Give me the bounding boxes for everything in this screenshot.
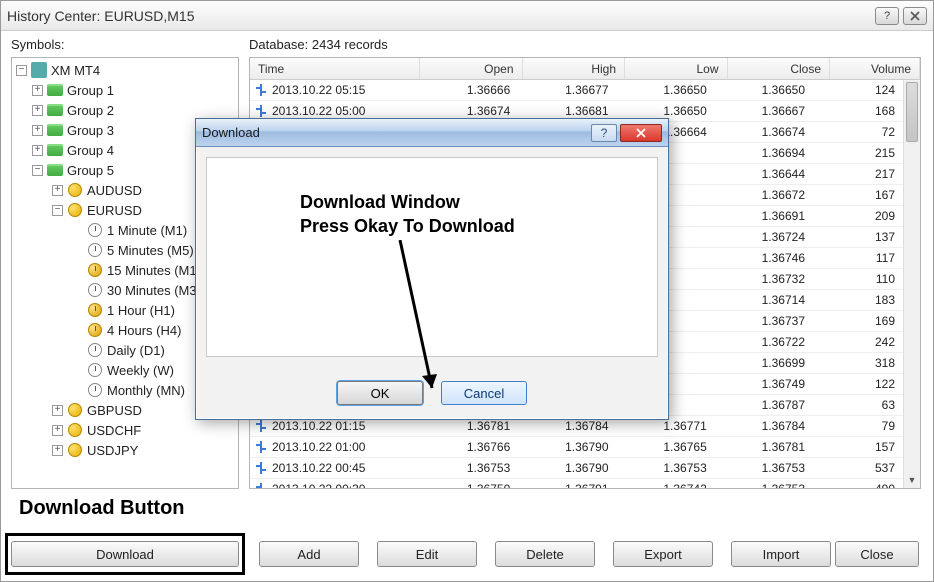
expand-icon[interactable]: + — [52, 185, 63, 196]
symbol-icon — [68, 443, 82, 457]
dialog-titlebar[interactable]: Download ? — [196, 119, 668, 147]
clock-icon — [88, 283, 102, 297]
dialog-help-button[interactable]: ? — [591, 124, 617, 142]
database-label: Database: 2434 records — [249, 37, 388, 52]
clock-icon — [88, 223, 102, 237]
clock-icon — [88, 363, 102, 377]
symbol-icon — [68, 203, 82, 217]
clock-icon — [88, 323, 102, 337]
close-window-button[interactable] — [903, 7, 927, 25]
table-header: Time Open High Low Close Volume — [250, 58, 920, 80]
col-time[interactable]: Time — [250, 58, 420, 79]
table-row[interactable]: 2013.10.22 00:451.367531.367901.367531.3… — [250, 458, 903, 479]
expand-icon[interactable]: + — [52, 445, 63, 456]
dialog-title: Download — [202, 125, 260, 140]
tree-group[interactable]: +Group 2 — [12, 100, 238, 120]
edit-button[interactable]: Edit — [377, 541, 477, 567]
table-row[interactable]: 2013.10.22 00:301.367501.367911.367421.3… — [250, 479, 903, 488]
clock-icon — [88, 243, 102, 257]
expand-icon[interactable]: + — [32, 145, 43, 156]
help-button[interactable]: ? — [875, 7, 899, 25]
cancel-button[interactable]: Cancel — [441, 381, 527, 405]
tree-root[interactable]: − XM MT4 — [12, 60, 238, 80]
delete-button[interactable]: Delete — [495, 541, 595, 567]
scroll-down-icon[interactable]: ▼ — [904, 471, 920, 488]
table-row[interactable]: 2013.10.22 05:151.366661.366771.366501.3… — [250, 80, 903, 101]
col-low[interactable]: Low — [625, 58, 728, 79]
col-open[interactable]: Open — [420, 58, 523, 79]
dialog-close-button[interactable] — [620, 124, 662, 142]
folder-icon — [47, 84, 63, 96]
expand-icon[interactable]: + — [32, 125, 43, 136]
annotation-press-okay: Download Window Press Okay To Download — [300, 190, 515, 239]
col-high[interactable]: High — [523, 58, 626, 79]
expand-icon[interactable]: + — [32, 105, 43, 116]
server-icon — [31, 62, 47, 78]
download-button[interactable]: Download — [11, 541, 239, 567]
expand-icon[interactable]: + — [52, 405, 63, 416]
clock-icon — [88, 383, 102, 397]
annotation-download-button: Download Button — [19, 497, 185, 520]
table-row[interactable]: 2013.10.22 01:001.367661.367901.367651.3… — [250, 437, 903, 458]
expand-icon[interactable]: − — [52, 205, 63, 216]
symbol-icon — [68, 403, 82, 417]
folder-icon — [47, 124, 63, 136]
tree-symbol[interactable]: +USDCHF — [12, 420, 238, 440]
clock-icon — [88, 303, 102, 317]
export-button[interactable]: Export — [613, 541, 713, 567]
folder-icon — [47, 164, 63, 176]
expand-icon[interactable]: − — [32, 165, 43, 176]
candle-icon — [256, 420, 266, 432]
window-title: History Center: EURUSD,M15 — [7, 8, 195, 24]
vertical-scrollbar[interactable]: ▲ ▼ — [903, 80, 920, 488]
candle-icon — [256, 105, 266, 117]
candle-icon — [256, 84, 266, 96]
scroll-thumb[interactable] — [906, 82, 918, 142]
import-button[interactable]: Import — [731, 541, 831, 567]
clock-icon — [88, 343, 102, 357]
col-close[interactable]: Close — [728, 58, 831, 79]
add-button[interactable]: Add — [259, 541, 359, 567]
col-volume[interactable]: Volume — [830, 58, 920, 79]
close-button[interactable]: Close — [835, 541, 919, 567]
folder-icon — [47, 104, 63, 116]
titlebar[interactable]: History Center: EURUSD,M15 ? — [1, 1, 933, 31]
annotation-arrow — [380, 240, 450, 400]
expand-icon[interactable]: + — [32, 85, 43, 96]
symbol-icon — [68, 183, 82, 197]
candle-icon — [256, 483, 266, 488]
tree-group[interactable]: +Group 1 — [12, 80, 238, 100]
candle-icon — [256, 441, 266, 453]
candle-icon — [256, 462, 266, 474]
symbol-icon — [68, 423, 82, 437]
tree-symbol[interactable]: +USDJPY — [12, 440, 238, 460]
symbols-label: Symbols: — [11, 37, 64, 52]
expand-icon[interactable]: − — [16, 65, 27, 76]
expand-icon[interactable]: + — [52, 425, 63, 436]
clock-icon — [88, 263, 102, 277]
folder-icon — [47, 144, 63, 156]
